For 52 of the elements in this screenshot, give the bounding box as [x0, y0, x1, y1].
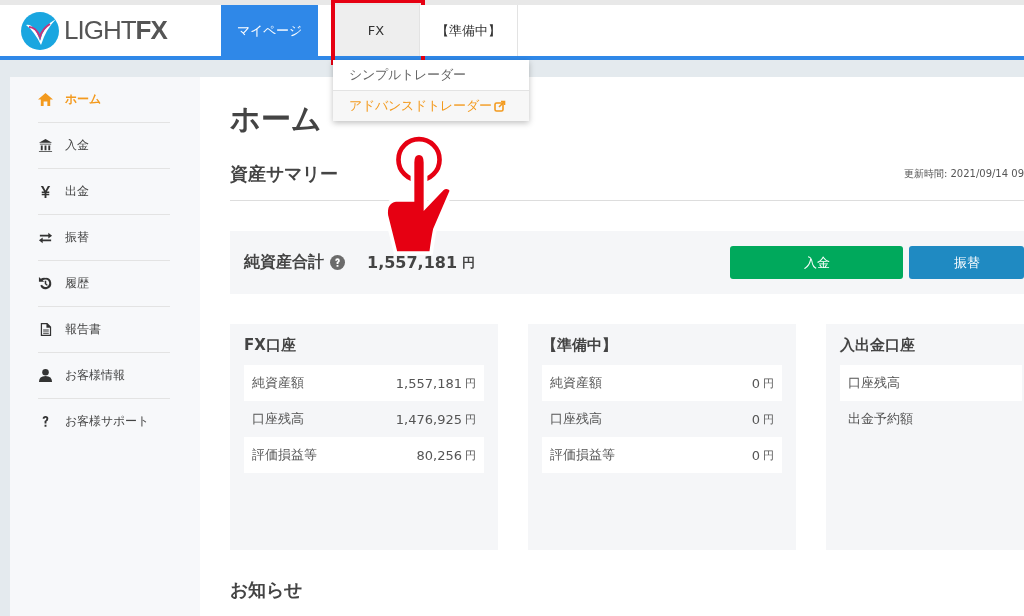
currency-unit: 円: [763, 375, 774, 391]
section-title: 資産サマリー: [230, 162, 338, 186]
row-value: 0: [751, 375, 760, 391]
yen-icon: [38, 184, 53, 199]
action-button[interactable]: 振替: [909, 246, 1024, 279]
page-title: ホーム: [230, 100, 322, 138]
sidebar-item[interactable]: お客様情報: [38, 353, 170, 399]
update-time: 更新時間: 2021/09/14 09: [903, 167, 1024, 181]
row-value: 0: [751, 411, 760, 427]
row-value: 0: [751, 447, 760, 463]
currency-unit: 円: [462, 253, 476, 272]
arrows-icon: [38, 230, 53, 245]
row-label: 純資産額: [550, 374, 603, 392]
card-title: FX口座: [244, 336, 297, 355]
home-icon: [38, 92, 53, 107]
nav-tab[interactable]: FX: [333, 5, 419, 56]
sidebar-item[interactable]: お客様サポート: [38, 399, 170, 444]
row-label: 口座残高: [252, 410, 305, 428]
section-title: お知らせ: [230, 578, 303, 602]
currency-unit: 円: [465, 447, 476, 463]
history-icon: [38, 276, 53, 291]
nav-tab[interactable]: マイページ: [221, 5, 318, 56]
card-title: 【準備中】: [542, 336, 618, 355]
row-label: 口座残高: [848, 374, 901, 392]
currency-unit: 円: [763, 447, 774, 463]
currency-unit: 円: [465, 411, 476, 427]
sidebar-item[interactable]: 入金: [38, 123, 170, 169]
row-value: 80,256: [416, 447, 462, 463]
menu-item[interactable]: シンプルトレーダー: [333, 60, 529, 90]
logo-text: LIGHTFX: [64, 15, 167, 46]
currency-unit: 円: [763, 411, 774, 427]
user-icon: [38, 368, 53, 383]
help-icon[interactable]: [330, 255, 345, 270]
row-label: 口座残高: [550, 410, 603, 428]
sidebar-item[interactable]: 振替: [38, 215, 170, 261]
row-value: 1,476,925: [395, 411, 462, 427]
row-value: 1,557,181: [395, 375, 462, 391]
currency-unit: 円: [465, 375, 476, 391]
document-icon: [38, 322, 53, 337]
sidebar-item[interactable]: 履歴: [38, 261, 170, 307]
total-label: 純資産合計: [244, 252, 324, 273]
card-title: 入出金口座: [840, 336, 916, 355]
bank-icon: [38, 138, 53, 153]
row-label: 評価損益等: [550, 446, 616, 464]
sidebar-item[interactable]: 報告書: [38, 307, 170, 353]
row-label: 評価損益等: [252, 446, 318, 464]
row-label: 純資産額: [252, 374, 305, 392]
row-label: 出金予約額: [848, 410, 914, 428]
sidebar-item[interactable]: 出金: [38, 169, 170, 215]
logo-icon: [20, 10, 60, 51]
total-value: 1,557,181: [367, 253, 458, 272]
external-link-icon: [494, 100, 506, 112]
